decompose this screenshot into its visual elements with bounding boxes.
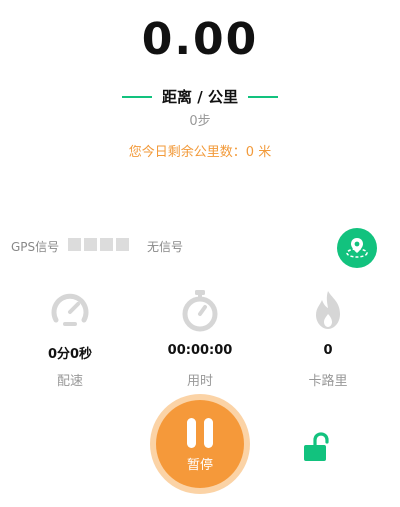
pause-button[interactable]: 暂停 (150, 394, 250, 494)
step-count: 0步 (189, 114, 211, 129)
gps-bar (68, 238, 81, 251)
pace-label: 配速 (56, 374, 83, 389)
calories-label: 卡路里 (308, 374, 348, 389)
gps-bar (84, 238, 97, 251)
speedometer-icon (51, 293, 89, 326)
pause-label: 暂停 (186, 457, 213, 473)
left-divider (122, 95, 153, 98)
distance-value: 0.00 (141, 14, 259, 65)
gps-signal-bars (68, 238, 129, 251)
pause-icon (187, 417, 213, 448)
duration-value: 00:00:00 (167, 343, 233, 358)
pause-button-core[interactable]: 暂停 (156, 400, 244, 488)
right-divider (247, 95, 278, 98)
unlock-icon[interactable] (301, 430, 335, 464)
remaining-distance-text: 您今日剩余公里数：0 米 (128, 145, 272, 160)
duration-label: 用时 (186, 374, 213, 389)
gps-bar (116, 238, 129, 251)
calories-value: 0 (323, 343, 333, 358)
gps-bar (100, 238, 113, 251)
distance-unit-label: 距离 / 公里 (162, 88, 238, 106)
pause-bar (187, 417, 196, 448)
map-pin-icon (346, 238, 368, 258)
stopwatch-icon (182, 290, 218, 332)
pause-bar (204, 417, 213, 448)
gps-status: 无信号 (147, 240, 184, 254)
pace-value: 0分0秒 (47, 347, 93, 362)
map-button[interactable] (337, 228, 377, 268)
flame-icon (316, 291, 340, 329)
distance-unit-row: 距离 / 公里 (0, 86, 400, 107)
gps-label: GPS信号 (11, 240, 60, 254)
